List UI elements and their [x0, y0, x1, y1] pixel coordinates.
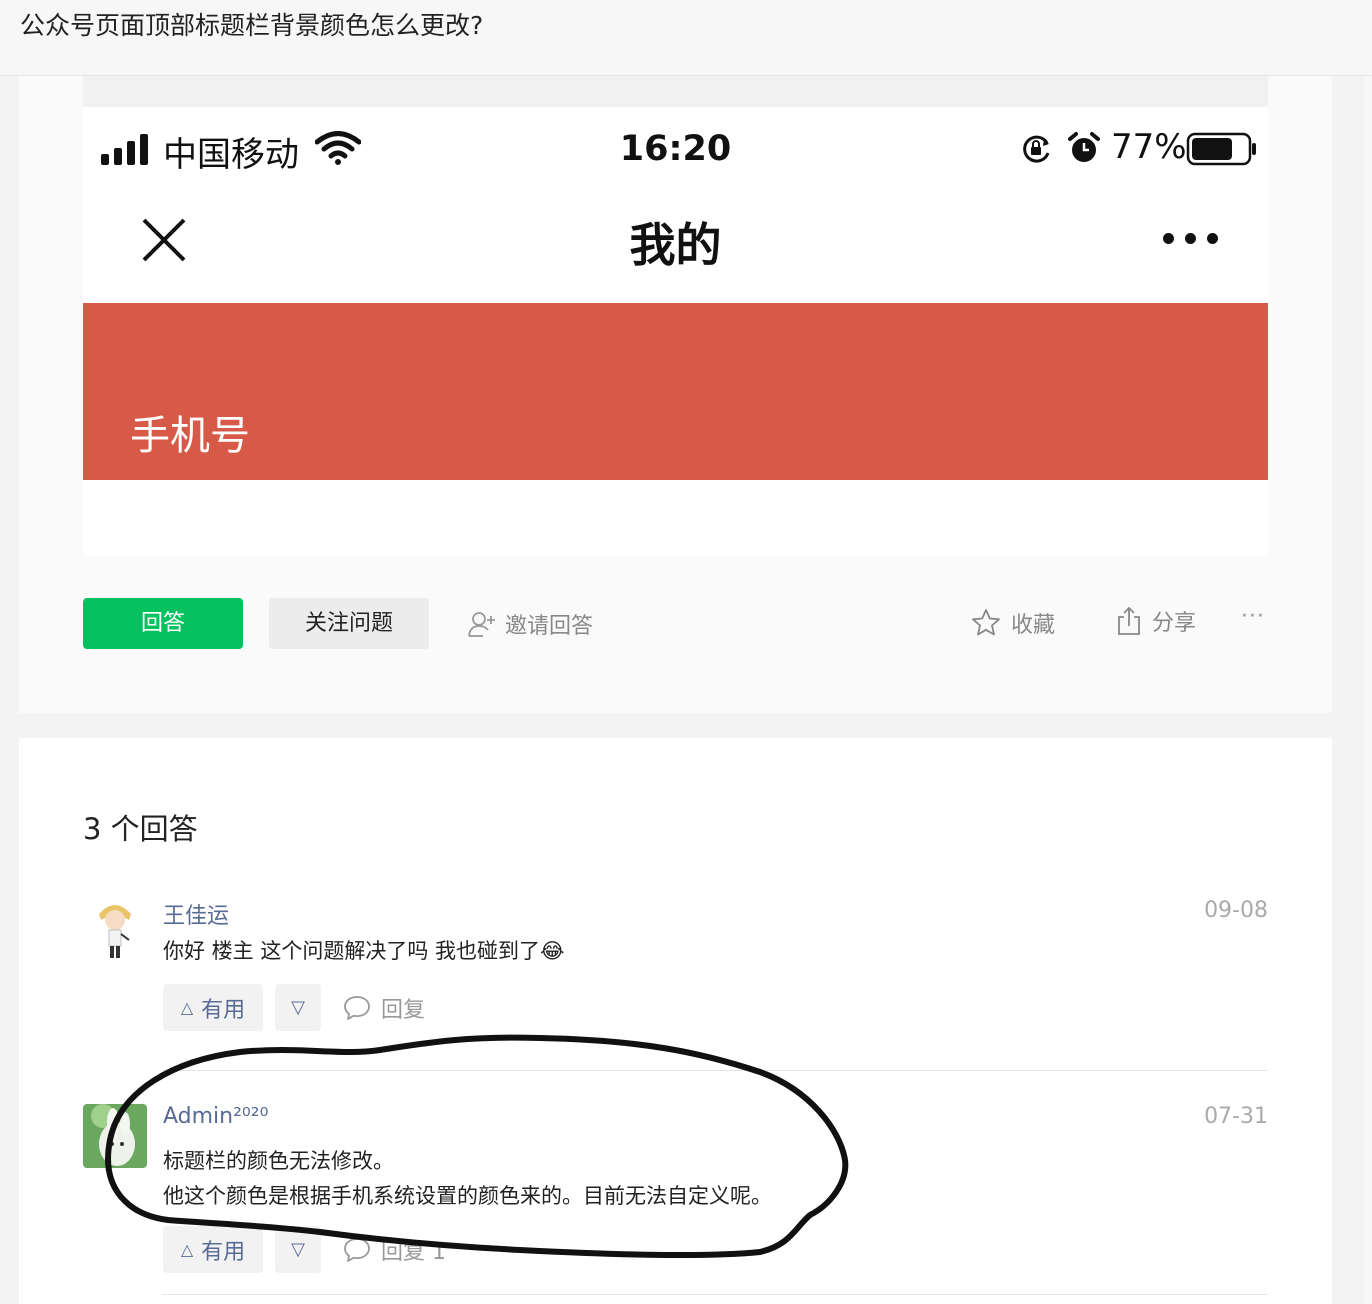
reply-button[interactable]: 回复 1	[343, 1226, 446, 1273]
phone-screenshot: 中国移动 16:20 77% 我的 手机号	[83, 76, 1268, 556]
share-button[interactable]: 分享	[1116, 604, 1196, 638]
useful-button[interactable]: △ 有用	[163, 1226, 263, 1273]
invite-answer-button[interactable]: 邀请回答	[467, 608, 593, 640]
answer-button[interactable]: 回答	[83, 598, 243, 649]
share-label: 分享	[1152, 611, 1197, 636]
invite-user-icon	[468, 612, 495, 637]
reply-button[interactable]: 回复	[343, 984, 425, 1031]
answer-date: 07-31	[1204, 1104, 1268, 1129]
question-action-bar: 回答 关注问题 邀请回答 收藏 分享 ···	[19, 598, 1332, 650]
useful-label: 有用	[201, 1239, 246, 1265]
answers-count: 3 个回答	[83, 812, 198, 846]
triangle-down-icon: ▽	[291, 997, 305, 1018]
comment-icon	[344, 1237, 370, 1262]
not-useful-button[interactable]: ▽	[275, 1226, 321, 1273]
page-header: 公众号页面顶部标题栏背景颜色怎么更改?	[0, 0, 1372, 76]
answers-section: 3 个回答 王佳运 09-08 你好 楼主 这个问题解决了吗 我也碰到了😂 △ …	[19, 738, 1332, 1304]
comment-icon	[344, 995, 370, 1020]
question-card: 中国移动 16:20 77% 我的 手机号 回答 关注问题 邀请回答 收藏 分享…	[19, 76, 1332, 713]
star-icon	[972, 609, 1000, 636]
avatar[interactable]	[83, 898, 147, 962]
battery-icon	[1186, 132, 1256, 166]
collect-label: 收藏	[1011, 613, 1056, 638]
red-title-banner: 手机号	[83, 303, 1268, 480]
follow-question-button[interactable]: 关注问题	[269, 598, 429, 649]
answer-author[interactable]: Admin²⁰²⁰	[163, 1104, 268, 1129]
answer-item: Admin²⁰²⁰ 07-31 标题栏的颜色无法修改。 他这个颜色是根据手机系统…	[83, 1104, 1268, 1274]
more-dots-icon[interactable]	[1163, 233, 1219, 247]
triangle-up-icon: △	[180, 1240, 194, 1259]
phone-status-bar: 中国移动 16:20 77%	[83, 107, 1268, 193]
more-actions-button[interactable]: ···	[1241, 604, 1265, 629]
battery-percent: 77%	[1111, 127, 1187, 167]
page-title: 公众号页面顶部标题栏背景颜色怎么更改?	[20, 11, 484, 40]
scrollbar[interactable]	[1364, 76, 1372, 1304]
useful-label: 有用	[201, 997, 246, 1023]
collect-button[interactable]: 收藏	[971, 606, 1055, 640]
triangle-down-icon: ▽	[291, 1239, 305, 1260]
phone-top-strip	[83, 76, 1268, 107]
phone-nav-bar: 我的	[83, 193, 1268, 303]
answer-divider	[162, 1070, 1268, 1071]
answer-date: 09-08	[1204, 898, 1268, 923]
avatar[interactable]	[83, 1104, 147, 1168]
reply-label: 回复 1	[381, 1239, 446, 1265]
answer-item: 王佳运 09-08 你好 楼主 这个问题解决了吗 我也碰到了😂 △ 有用 ▽ 回…	[83, 898, 1268, 1048]
answer-author[interactable]: 王佳运	[163, 898, 229, 930]
reply-label: 回复	[381, 997, 426, 1023]
banner-text: 手机号	[130, 413, 250, 459]
answer-text: 你好 楼主 这个问题解决了吗 我也碰到了😂	[163, 939, 565, 963]
answer-text-line-2: 他这个颜色是根据手机系统设置的颜色来的。目前无法自定义呢。	[163, 1184, 772, 1208]
answer-divider	[162, 1294, 1268, 1295]
phone-nav-title: 我的	[629, 218, 722, 272]
rotation-lock-icon	[1023, 135, 1050, 163]
useful-button[interactable]: △ 有用	[163, 984, 263, 1031]
share-icon	[1118, 606, 1140, 635]
alarm-icon	[1068, 132, 1100, 162]
answer-text-line-1: 标题栏的颜色无法修改。	[163, 1149, 394, 1173]
invite-label: 邀请回答	[505, 614, 594, 639]
triangle-up-icon: △	[180, 998, 194, 1017]
not-useful-button[interactable]: ▽	[275, 984, 321, 1031]
